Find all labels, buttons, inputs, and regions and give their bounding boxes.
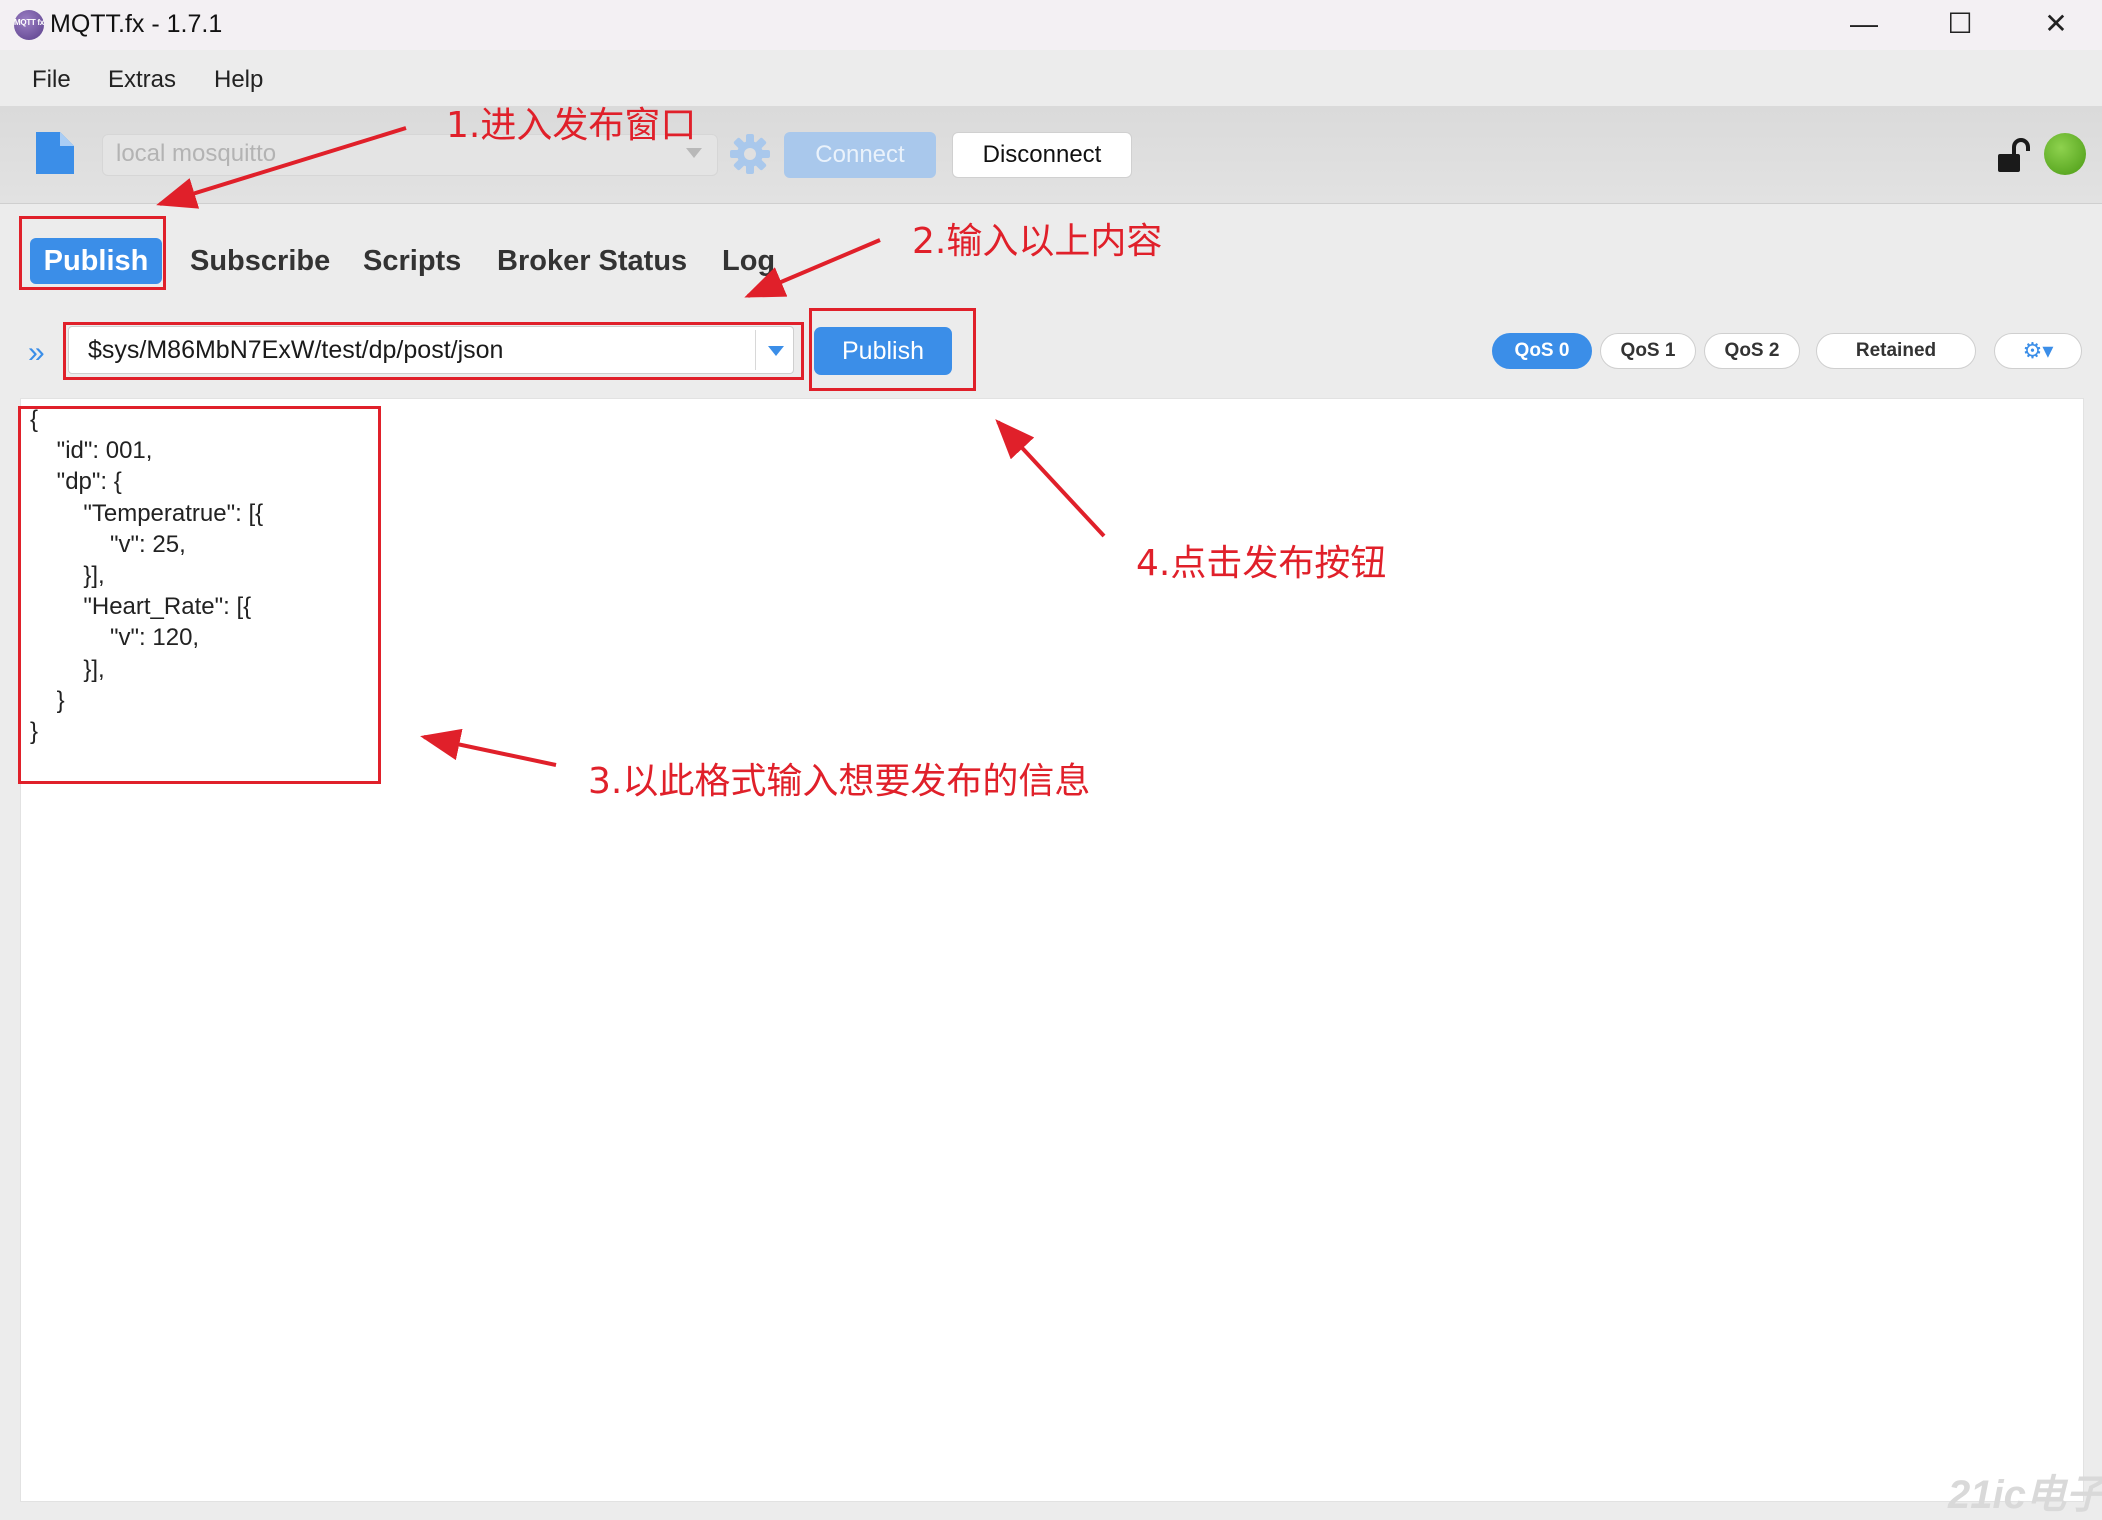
connection-status-led (2044, 133, 2086, 175)
menu-file[interactable]: File (32, 66, 71, 94)
menu-extras[interactable]: Extras (108, 66, 176, 94)
retained-toggle[interactable]: Retained (1816, 333, 1976, 369)
new-document-icon[interactable] (34, 130, 76, 176)
window-title: MQTT.fx - 1.7.1 (50, 10, 223, 38)
annotation-step3: 3.以此格式输入想要发布的信息 (588, 761, 1091, 802)
menu-help[interactable]: Help (214, 66, 263, 94)
tab-log[interactable]: Log (722, 238, 775, 284)
maximize-icon[interactable]: ☐ (1930, 0, 1990, 50)
watermark: 21ic电子网 (1948, 1473, 2102, 1517)
tab-broker-status[interactable]: Broker Status (497, 238, 687, 284)
app-logo-icon: MQTT fx (14, 10, 44, 40)
qos-2-toggle[interactable]: QoS 2 (1704, 333, 1800, 369)
annotation-box-publish-button (809, 308, 976, 391)
publish-settings-menu[interactable]: ⚙▾ (1994, 333, 2082, 369)
qos-1-toggle[interactable]: QoS 1 (1600, 333, 1696, 369)
disconnect-button[interactable]: Disconnect (952, 132, 1132, 178)
annotation-step1: 1.进入发布窗口 (446, 105, 697, 146)
app-logo-text: MQTT fx (14, 18, 44, 27)
annotation-box-payload (18, 406, 381, 784)
annotation-box-topic (63, 322, 804, 380)
menu-bar (0, 50, 2102, 106)
annotation-step2: 2.输入以上内容 (912, 221, 1163, 262)
annotation-step4: 4.点击发布按钮 (1136, 543, 1387, 584)
gear-icon: ⚙▾ (2022, 338, 2054, 363)
gear-icon[interactable] (728, 132, 772, 176)
annotation-box-publish-tab (19, 216, 166, 290)
unlocked-padlock-icon (1998, 138, 2030, 172)
title-bar (0, 0, 2102, 50)
chevron-down-icon[interactable] (686, 148, 702, 158)
tab-scripts[interactable]: Scripts (363, 238, 461, 284)
minimize-icon[interactable]: — (1834, 0, 1894, 50)
expand-icon[interactable]: » (28, 336, 45, 370)
qos-0-toggle[interactable]: QoS 0 (1492, 333, 1592, 369)
connect-button[interactable]: Connect (784, 132, 936, 178)
tab-subscribe[interactable]: Subscribe (190, 238, 330, 284)
close-icon[interactable]: ✕ (2026, 0, 2086, 50)
connection-profile-value: local mosquitto (116, 140, 277, 167)
